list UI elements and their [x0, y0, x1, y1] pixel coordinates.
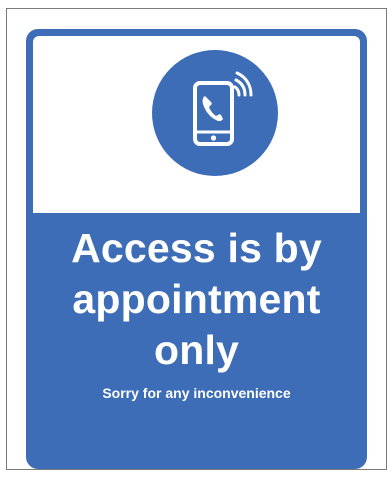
sign-line-3: only — [153, 327, 240, 373]
sign-line-1: Access is by — [71, 225, 322, 271]
sign-message: Access is by appointment only Sorry for … — [26, 217, 367, 402]
sign-subtext: Sorry for any inconvenience — [102, 385, 291, 401]
sign-line-2: appointment — [72, 276, 321, 322]
sign-icon-panel — [33, 36, 360, 213]
appointment-sign: Access is by appointment only Sorry for … — [26, 29, 367, 469]
phone-icon-circle — [152, 50, 278, 176]
smartphone-calling-icon — [193, 71, 253, 146]
page-canvas: Access is by appointment only Sorry for … — [0, 0, 392, 478]
